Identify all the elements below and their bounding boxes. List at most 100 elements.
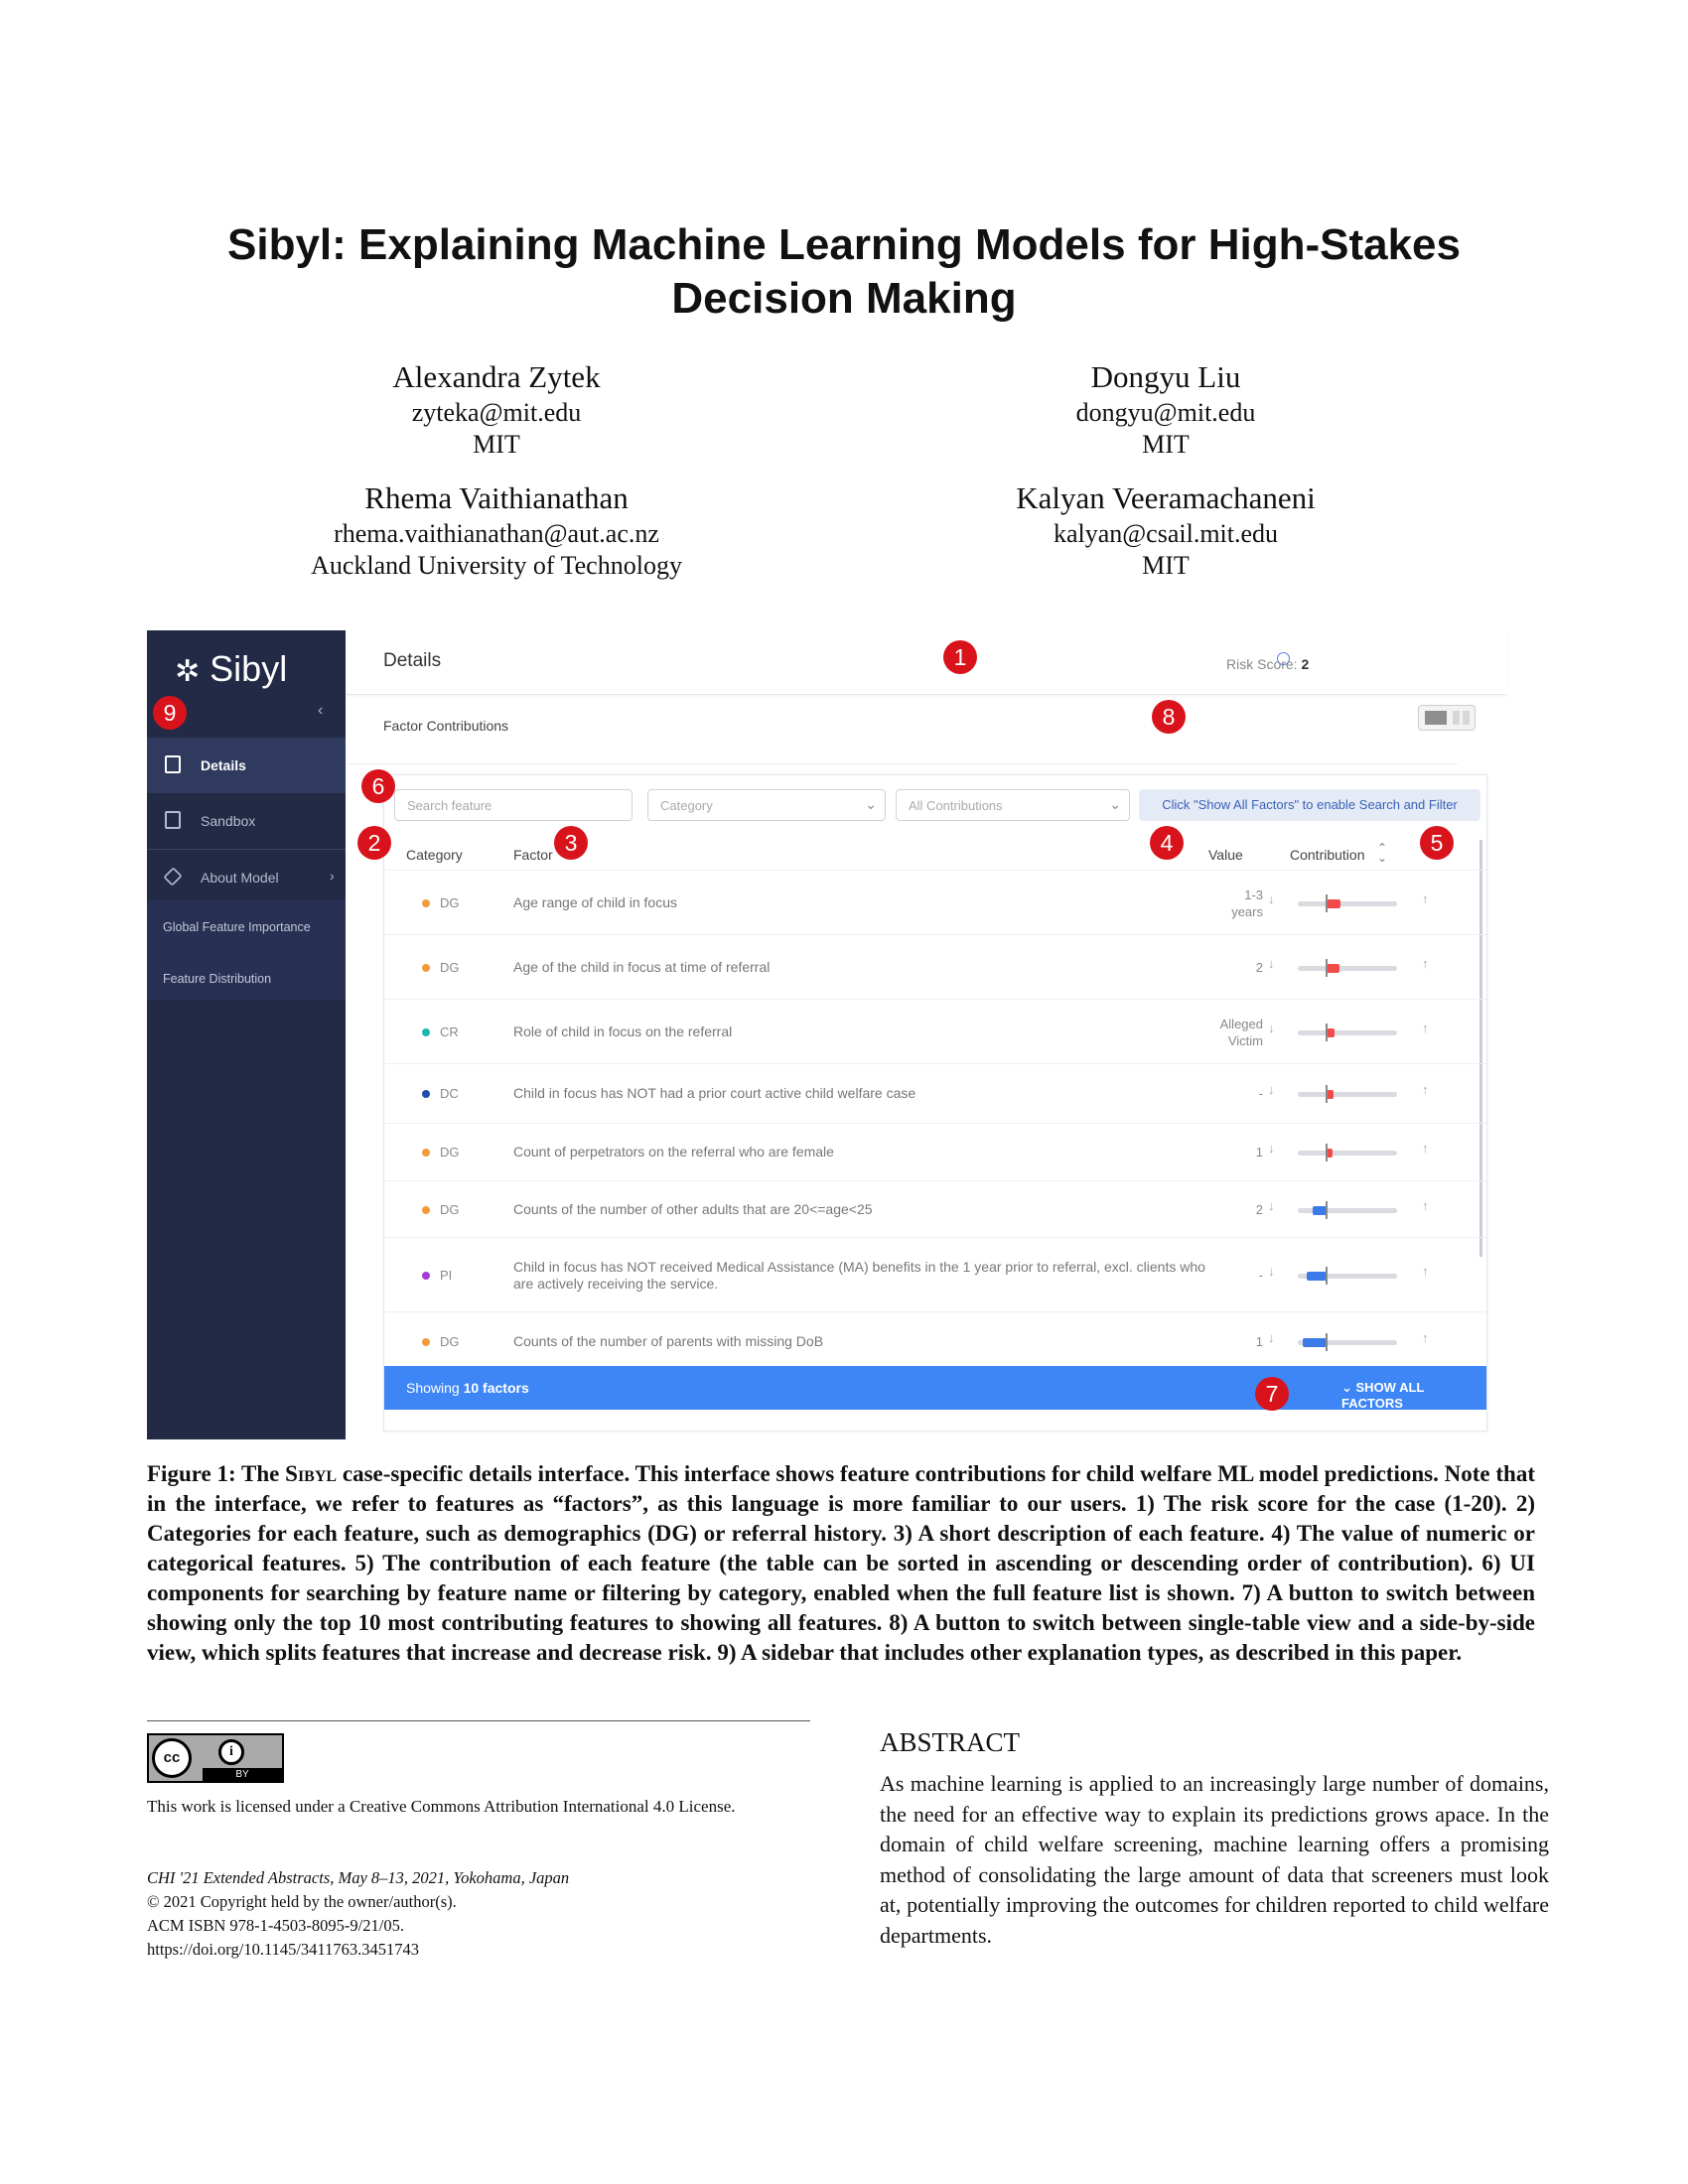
isbn: ACM ISBN 978-1-4503-8095-9/21/05. <box>147 1916 404 1935</box>
paper-title-line1: Sibyl: Explaining Machine Learning Model… <box>227 220 1461 269</box>
factor-description: Role of child in focus on the referral <box>513 1024 733 1039</box>
table-footer: Showing 10 factors ⌄ SHOW ALL FACTORS <box>384 1366 1486 1411</box>
cube-icon <box>163 867 183 887</box>
sort-icon[interactable]: ⌃ ⌄ <box>1377 842 1387 864</box>
factor-description: Child in focus has NOT received Medical … <box>513 1259 1205 1292</box>
factor-description: Child in focus has NOT had a prior court… <box>513 1085 916 1101</box>
sibyl-logo: ✲ Sibyl <box>175 648 287 690</box>
doi-link[interactable]: https://doi.org/10.1145/3411763.3451743 <box>147 1938 802 1962</box>
category-dot <box>422 1338 430 1346</box>
arrow-up-icon: ↑ <box>1422 1330 1429 1345</box>
sidebar-item-sandbox[interactable]: Sandbox <box>147 793 346 849</box>
category-dot <box>422 1090 430 1098</box>
showing-number: 10 factors <box>463 1380 529 1396</box>
sidebar-item-global-feature-importance[interactable]: Global Feature Importance <box>163 920 311 934</box>
arrow-down-icon: ↓ <box>1268 1141 1275 1156</box>
single-table-icon <box>1425 711 1447 725</box>
author-name: Rhema Vaithianathan <box>364 480 629 515</box>
arrow-up-icon: ↑ <box>1422 1198 1429 1213</box>
author-affiliation: MIT <box>1142 551 1190 580</box>
sidebar-item-feature-distribution[interactable]: Feature Distribution <box>163 972 271 986</box>
factor-description: Age range of child in focus <box>513 894 677 910</box>
chevron-right-icon: › <box>330 868 335 884</box>
contribution-zero-line <box>1326 959 1328 977</box>
sidebar-item-details[interactable]: Details <box>147 738 346 793</box>
arrow-down-icon: ↓ <box>1268 1021 1275 1035</box>
caption-label: Figure 1: The <box>147 1461 286 1486</box>
edit-icon <box>165 811 181 829</box>
factor-value: Alleged Victim <box>1219 1017 1263 1048</box>
contribution-track <box>1298 1092 1397 1097</box>
category-select[interactable]: Category ⌄ <box>647 789 886 821</box>
chevron-down-icon: ⌄ <box>1341 1380 1356 1395</box>
contribution-bar <box>1313 1206 1327 1215</box>
category-code: DG <box>440 1202 460 1217</box>
section-header: Factor Contributions <box>346 694 1458 764</box>
category-dot <box>422 964 430 972</box>
factor-table-panel: Search feature Category ⌄ All Contributi… <box>383 774 1487 1432</box>
table-row: DG Age of the child in focus at time of r… <box>384 934 1486 1000</box>
contribution-bar <box>1327 899 1340 908</box>
annotation-badge-9: 9 <box>153 696 187 730</box>
contribution-bar <box>1307 1272 1327 1281</box>
abstract-text: As machine learning is applied to an inc… <box>880 1771 1549 1948</box>
sidebar-item-label: Details <box>201 757 246 773</box>
column-header-contribution[interactable]: Contribution <box>1290 847 1365 863</box>
column-header-factor[interactable]: Factor <box>513 847 553 863</box>
figure-caption: Figure 1: The Sibyl case-specific detail… <box>147 1459 1535 1668</box>
factor-description: Counts of the number of parents with mis… <box>513 1333 824 1349</box>
category-code: CR <box>440 1024 459 1039</box>
contributions-select[interactable]: All Contributions ⌄ <box>896 789 1130 821</box>
contribution-track <box>1298 1030 1397 1035</box>
caption-sibyl: Sibyl <box>285 1461 338 1486</box>
main-area: Details Risk Score: 2 Factor Contributio… <box>346 630 1507 1439</box>
contribution-zero-line <box>1326 1085 1328 1103</box>
contribution-track <box>1298 901 1397 906</box>
sidebar-submenu: Global Feature Importance Feature Distri… <box>147 900 346 1000</box>
sidebar-item-label: About Model <box>201 870 279 886</box>
showing-prefix: Showing <box>406 1380 464 1396</box>
factor-description: Count of perpetrators on the referral wh… <box>513 1144 834 1160</box>
show-all-factors-button[interactable]: ⌄ SHOW ALL FACTORS <box>1341 1380 1486 1411</box>
search-input[interactable]: Search feature <box>394 789 633 821</box>
view-toggle[interactable] <box>1418 705 1476 731</box>
factor-value: 2 <box>1255 960 1263 975</box>
contribution-zero-line <box>1326 1267 1328 1285</box>
contribution-track <box>1298 1151 1397 1156</box>
document-icon <box>165 755 181 773</box>
category-code: DG <box>440 1145 460 1160</box>
author-name: Kalyan Veeramachaneni <box>1016 480 1316 515</box>
annotation-badge-5: 5 <box>1420 826 1454 860</box>
contribution-zero-line <box>1326 1024 1328 1041</box>
category-code: DG <box>440 1334 460 1349</box>
caption-text: case-specific details interface. This in… <box>147 1461 1535 1665</box>
contribution-zero-line <box>1326 1144 1328 1161</box>
contribution-bar <box>1327 1090 1334 1099</box>
category-dot <box>422 1149 430 1157</box>
sidebar-item-about-model[interactable]: About Model › <box>147 849 346 905</box>
column-header-category[interactable]: Category <box>406 847 463 863</box>
showing-count: Showing 10 factors <box>406 1380 529 1396</box>
factor-description: Age of the child in focus at time of ref… <box>513 959 771 975</box>
contribution-zero-line <box>1326 1201 1328 1219</box>
table-row: PI Child in focus has NOT received Medica… <box>384 1237 1486 1312</box>
author-email: rhema.vaithianathan@aut.ac.nz <box>334 519 659 548</box>
annotation-badge-2: 2 <box>357 826 391 860</box>
paper-title: Sibyl: Explaining Machine Learning Model… <box>149 218 1539 326</box>
info-icon[interactable] <box>1277 652 1290 665</box>
category-code: DG <box>440 895 460 910</box>
annotation-badge-3: 3 <box>554 826 588 860</box>
table-row: DC Child in focus has NOT had a prior cou… <box>384 1063 1486 1124</box>
author-name: Alexandra Zytek <box>392 359 601 394</box>
table-row: DG Age range of child in focus 1-3 years ↓ ↑ <box>384 870 1486 935</box>
category-dot <box>422 1272 430 1280</box>
column-header-value[interactable]: Value <box>1208 847 1243 863</box>
factor-value: 1 <box>1255 1334 1263 1349</box>
contribution-bar <box>1327 964 1340 973</box>
enable-search-hint-button[interactable]: Click "Show All Factors" to enable Searc… <box>1139 789 1480 821</box>
chevron-left-icon[interactable]: ‹ <box>318 702 323 720</box>
contribution-bar <box>1327 1028 1335 1037</box>
arrow-up-icon: ↑ <box>1422 1082 1429 1097</box>
category-code: DC <box>440 1086 459 1101</box>
factor-value: 2 <box>1255 1202 1263 1217</box>
